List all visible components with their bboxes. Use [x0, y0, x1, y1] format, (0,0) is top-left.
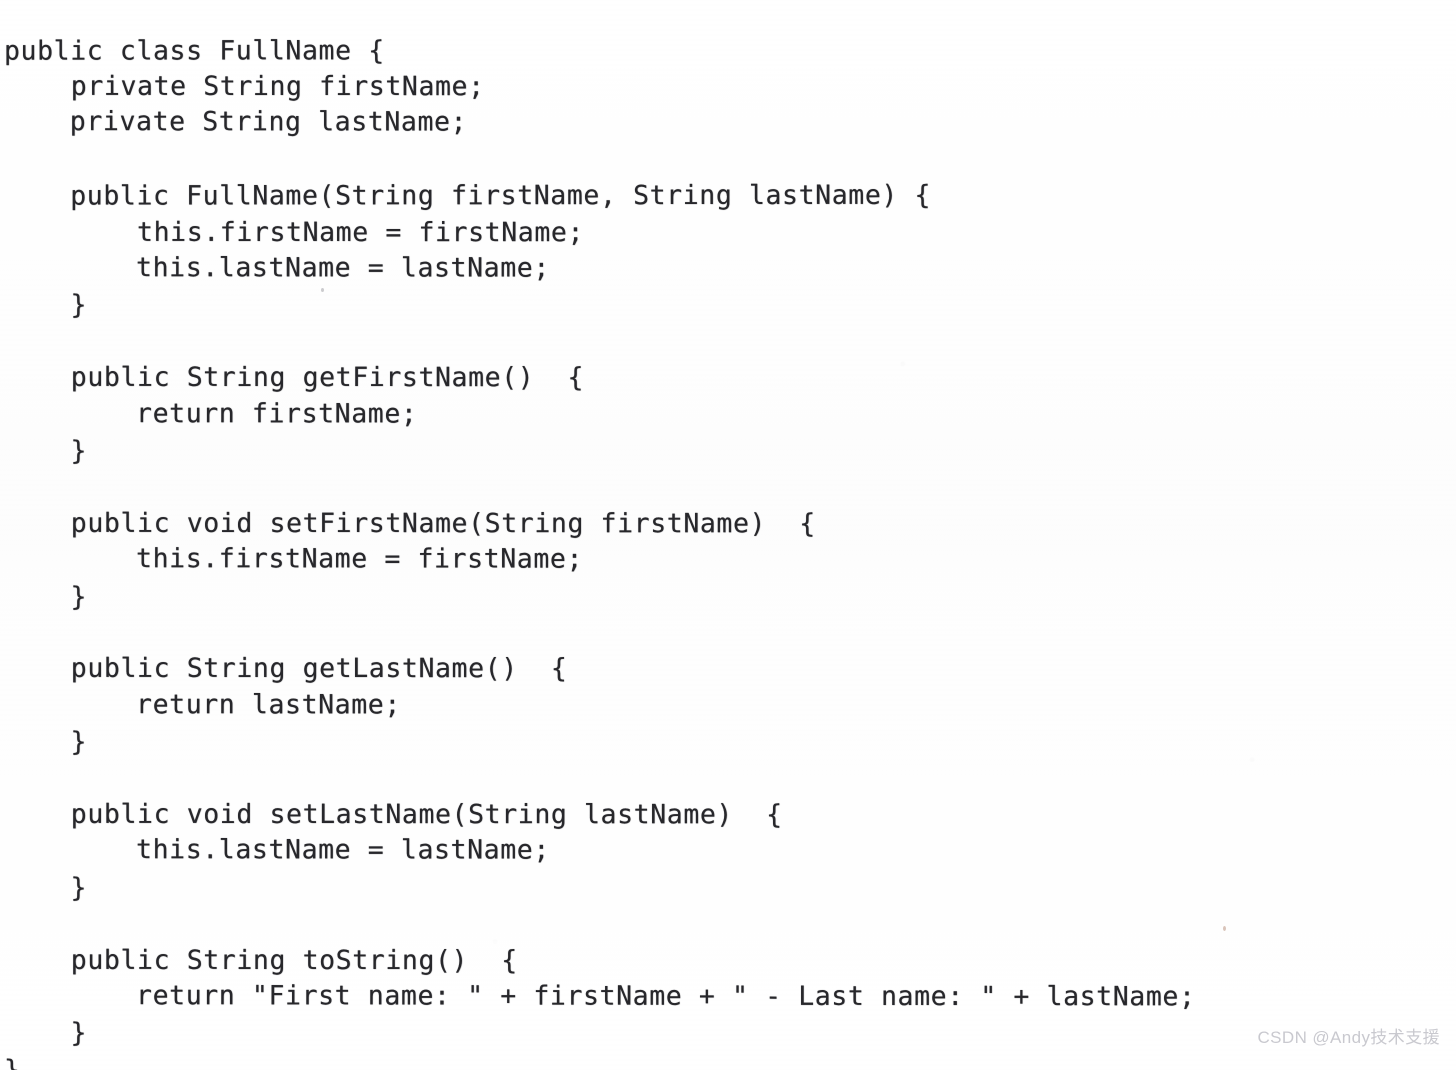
csdn-watermark: CSDN @Andy技术支援: [1257, 1028, 1440, 1047]
code-line: public void setFirstName(String firstNam…: [4, 507, 816, 540]
code-line: public class FullName {: [3, 34, 385, 67]
code-line: this.firstName = firstName;: [3, 543, 584, 575]
code-listing: public class FullName { private String f…: [4, 33, 1452, 1070]
code-line: return lastName;: [3, 688, 401, 721]
code-line: }: [4, 289, 88, 321]
code-line: }: [4, 435, 88, 467]
code-line: public void setLastName(String lastName)…: [4, 798, 783, 831]
code-line: public String toString() {: [4, 944, 518, 976]
code-line: private String firstName;: [4, 70, 485, 103]
code-line: return firstName;: [3, 397, 418, 430]
code-line: public String getLastName() {: [4, 653, 568, 685]
code-line: }: [4, 581, 88, 613]
scanned-page: public class FullName { private String f…: [0, 0, 1456, 1070]
code-line: this.lastName = lastName;: [3, 834, 550, 867]
code-line: public FullName(String firstName, String…: [3, 179, 932, 212]
code-line: }: [4, 1018, 88, 1050]
code-line: this.lastName = lastName;: [3, 251, 550, 284]
code-line: return "First name: " + firstName + " - …: [3, 980, 1196, 1013]
code-line: }: [4, 872, 88, 904]
code-line: this.firstName = firstName;: [4, 216, 585, 248]
code-line: private String lastName;: [3, 106, 468, 138]
code-line: }: [4, 726, 88, 758]
code-line: }: [3, 1054, 21, 1070]
code-line: public String getFirstName() {: [4, 361, 585, 394]
